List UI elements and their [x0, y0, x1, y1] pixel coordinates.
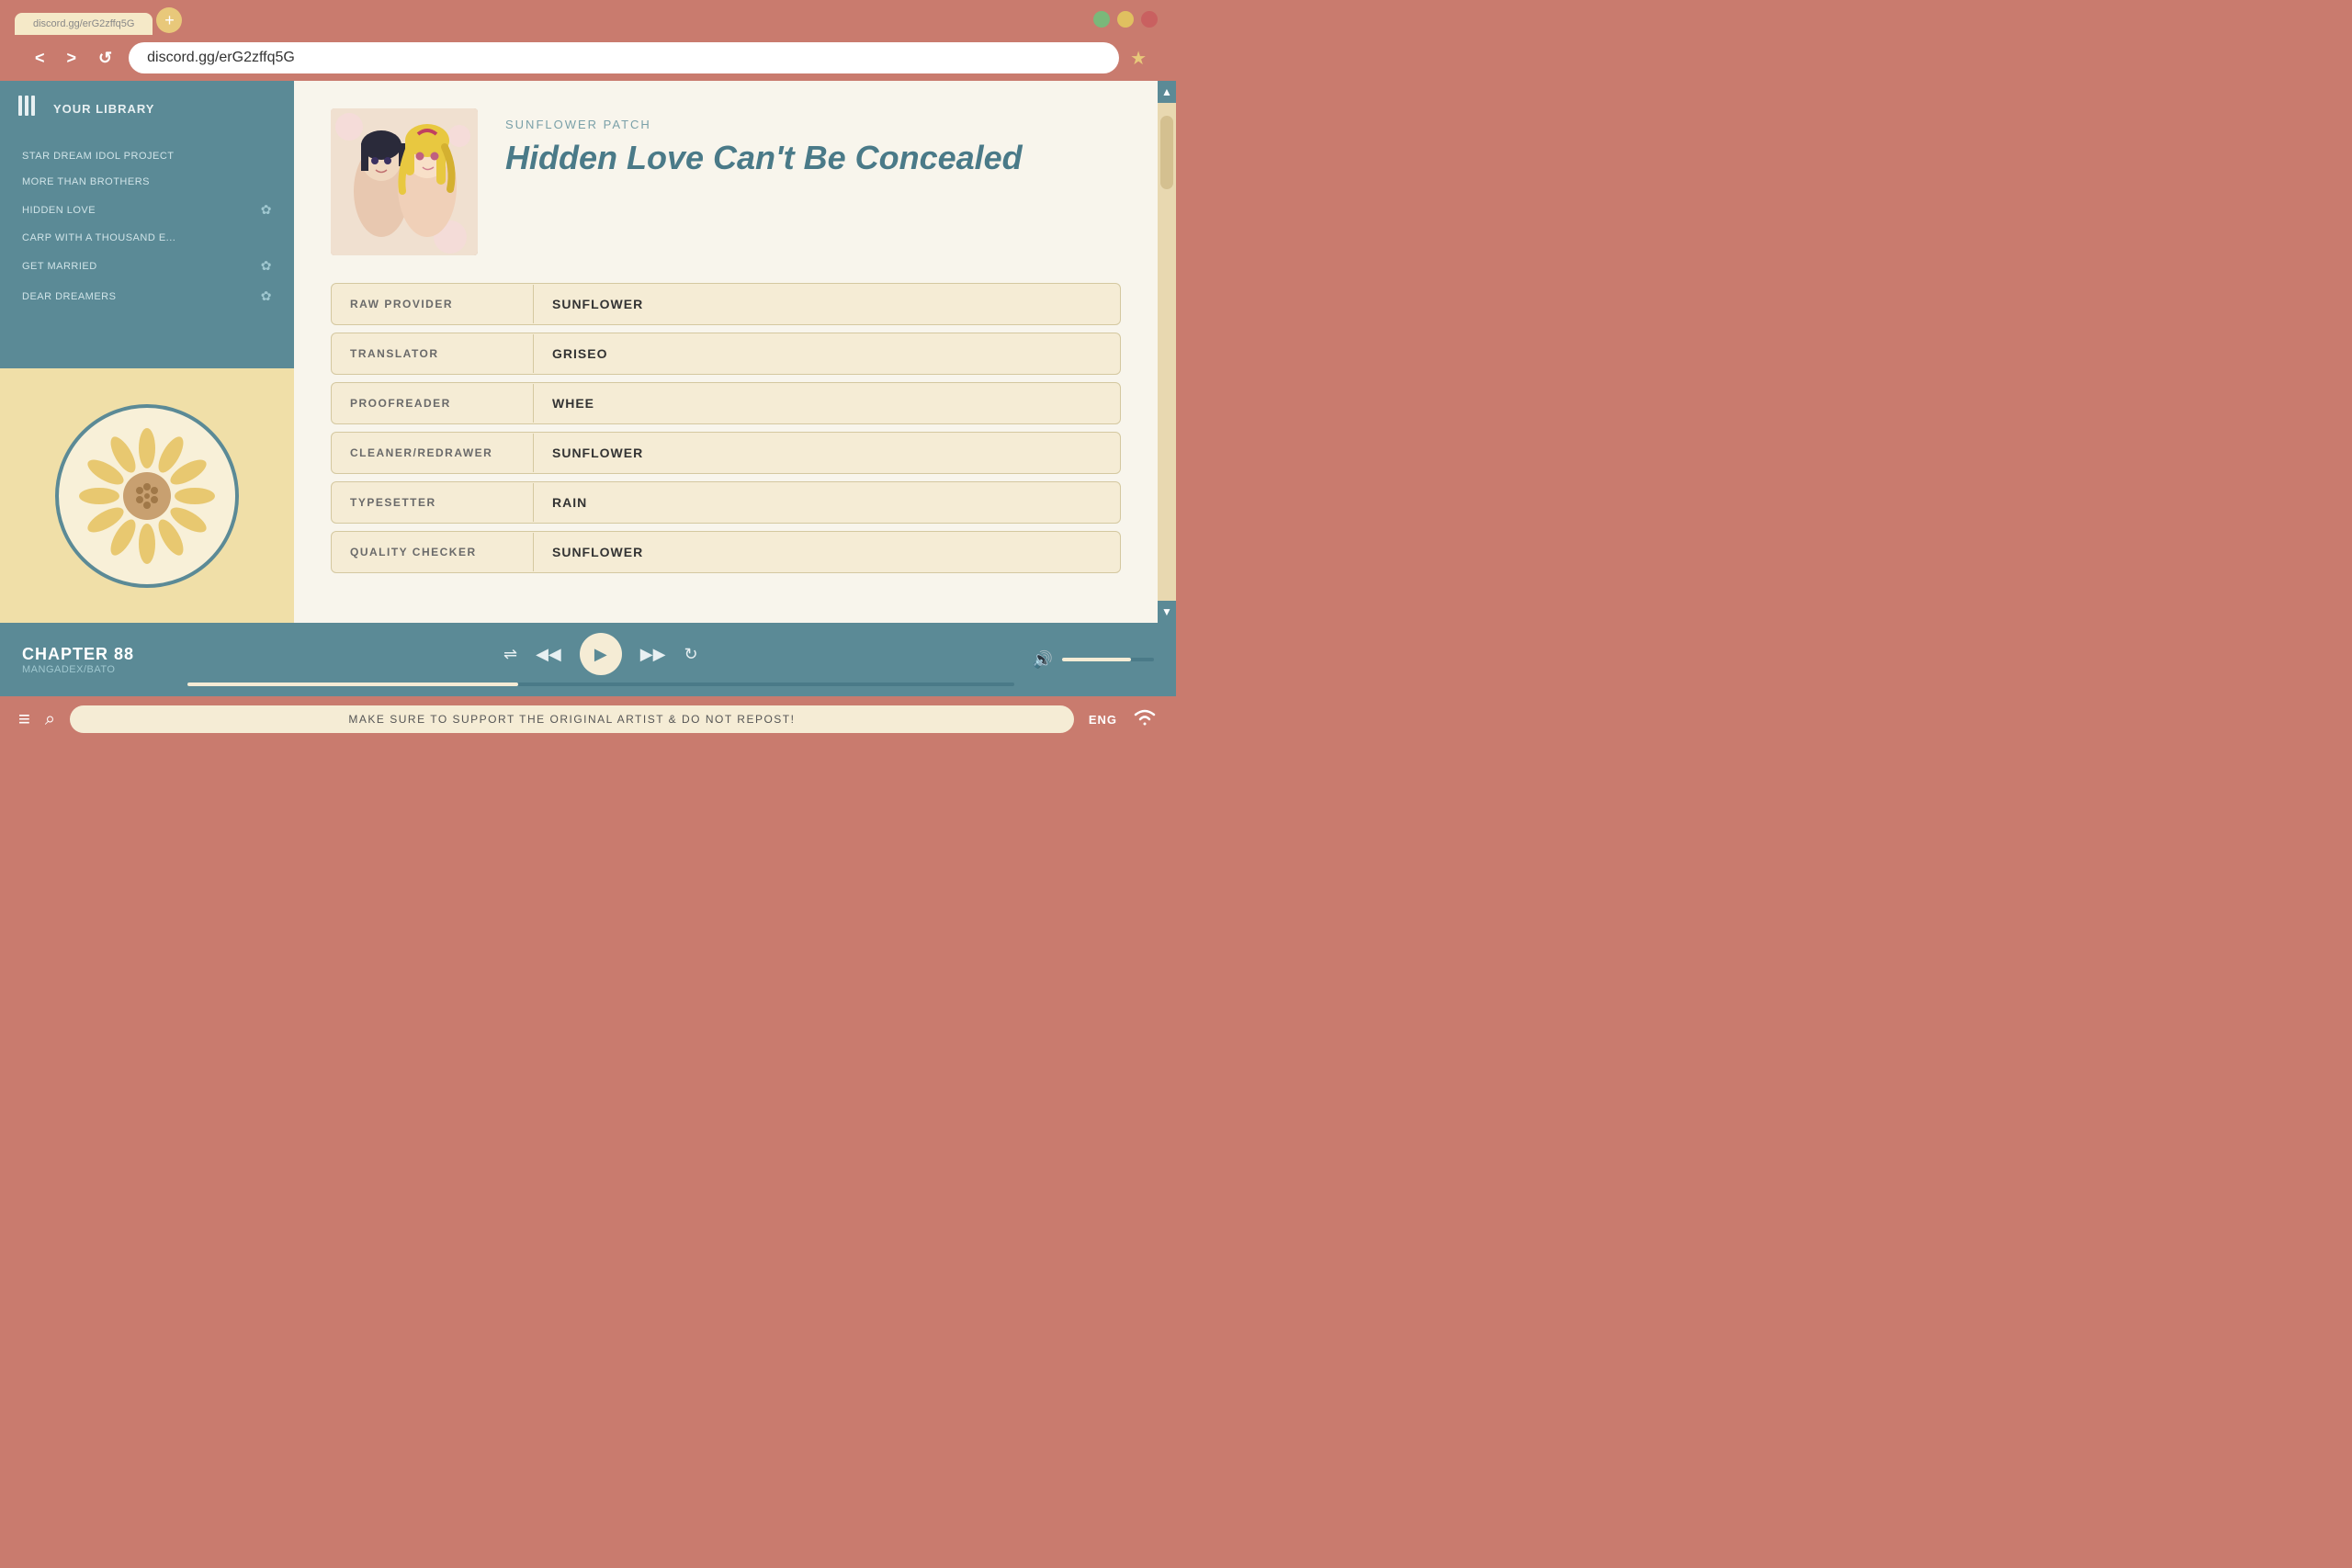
- sidebar-item-hidden-love[interactable]: HIDDEN LOVE ✿: [0, 195, 294, 225]
- volume-icon: 🔊: [1033, 650, 1053, 670]
- progress-fill: [187, 682, 518, 686]
- content-area: SUNFLOWER PATCH Hidden Love Can't Be Con…: [294, 81, 1158, 623]
- credit-value: SUNFLOWER: [534, 284, 662, 324]
- credit-row-raw-provider: RAW PROVIDER SUNFLOWER: [331, 283, 1121, 325]
- browser-chrome: discord.gg/erG2zffq5G + < > ↺ ★: [0, 0, 1176, 81]
- tab-label: discord.gg/erG2zffq5G: [33, 18, 134, 29]
- next-button[interactable]: ▶▶: [640, 645, 666, 664]
- credits-table: RAW PROVIDER SUNFLOWER TRANSLATOR GRISEO…: [331, 283, 1121, 573]
- manga-cover-image: [331, 108, 478, 255]
- manga-title: Hidden Love Can't Be Concealed: [505, 139, 1121, 176]
- bookmark-button[interactable]: ★: [1130, 47, 1147, 70]
- sidebar-item-label: CARP WITH A THOUSAND E...: [22, 232, 272, 243]
- manga-info: SUNFLOWER PATCH Hidden Love Can't Be Con…: [505, 108, 1121, 255]
- scroll-track[interactable]: [1160, 107, 1173, 597]
- credit-value: GRISEO: [534, 333, 626, 374]
- scroll-up-button[interactable]: ▲: [1158, 81, 1176, 103]
- credit-label: TRANSLATOR: [332, 334, 534, 373]
- credit-row-typesetter: TYPESETTER RAIN: [331, 481, 1121, 524]
- favorite-icon: ✿: [261, 258, 272, 274]
- progress-bar[interactable]: [187, 682, 1014, 686]
- window-controls: [1093, 11, 1158, 28]
- volume-bar[interactable]: [1062, 658, 1154, 661]
- scrollbar: ▲ ▼: [1158, 81, 1176, 623]
- sidebar-item-more-than-brothers[interactable]: MORE THAN BROTHERS: [0, 169, 294, 195]
- player-buttons: ⇌ ◀◀ ▶ ▶▶ ↻: [503, 633, 698, 675]
- player-controls: ⇌ ◀◀ ▶ ▶▶ ↻: [187, 633, 1014, 686]
- close-button[interactable]: [1141, 11, 1158, 28]
- library-icon: [18, 96, 42, 121]
- sidebar-list: STAR DREAM IDOL PROJECT MORE THAN BROTHE…: [0, 136, 294, 368]
- sidebar-item-label: GET MARRIED: [22, 261, 261, 272]
- maximize-button[interactable]: [1117, 11, 1134, 28]
- credit-label: RAW PROVIDER: [332, 285, 534, 323]
- credit-label: CLEANER/REDRAWER: [332, 434, 534, 472]
- refresh-button[interactable]: ↺: [93, 47, 118, 70]
- sidebar-title: YOUR LIBRARY: [53, 102, 154, 116]
- manga-header: SUNFLOWER PATCH Hidden Love Can't Be Con…: [331, 108, 1121, 255]
- player-chapter-info: CHAPTER 88 MANGADEX/BATO: [22, 645, 169, 675]
- manga-publisher: SUNFLOWER PATCH: [505, 118, 1121, 131]
- status-message: MAKE SURE TO SUPPORT THE ORIGINAL ARTIST…: [70, 705, 1074, 733]
- wifi-icon: [1132, 707, 1158, 732]
- minimize-button[interactable]: [1093, 11, 1110, 28]
- new-tab-button[interactable]: +: [156, 7, 182, 33]
- credit-value: WHEE: [534, 383, 613, 423]
- credit-label: PROOFREADER: [332, 384, 534, 423]
- sunflower-logo: [55, 404, 239, 588]
- chapter-source: MANGADEX/BATO: [22, 664, 169, 675]
- previous-button[interactable]: ◀◀: [536, 645, 561, 664]
- sidebar-item-label: HIDDEN LOVE: [22, 205, 261, 216]
- sidebar-logo-area: [0, 368, 294, 623]
- shuffle-button[interactable]: ⇌: [503, 645, 517, 664]
- sidebar-item-dear-dreamers[interactable]: DEAR DREAMERS ✿: [0, 281, 294, 311]
- chapter-number: CHAPTER 88: [22, 645, 169, 664]
- play-button[interactable]: ▶: [580, 633, 622, 675]
- tab-bar: discord.gg/erG2zffq5G +: [15, 7, 1161, 35]
- scroll-down-button[interactable]: ▼: [1158, 601, 1176, 623]
- volume-fill: [1062, 658, 1131, 661]
- credit-row-cleaner: CLEANER/REDRAWER SUNFLOWER: [331, 432, 1121, 474]
- favorite-icon: ✿: [261, 202, 272, 218]
- sidebar-item-get-married[interactable]: GET MARRIED ✿: [0, 251, 294, 281]
- active-tab[interactable]: discord.gg/erG2zffq5G: [15, 13, 153, 35]
- sidebar-item-star-dream[interactable]: STAR DREAM IDOL PROJECT: [0, 143, 294, 169]
- credit-value: RAIN: [534, 482, 605, 523]
- volume-area: 🔊: [1033, 650, 1154, 670]
- credit-row-translator: TRANSLATOR GRISEO: [331, 333, 1121, 375]
- sidebar-item-label: STAR DREAM IDOL PROJECT: [22, 151, 272, 162]
- sidebar-item-label: MORE THAN BROTHERS: [22, 176, 272, 187]
- forward-button[interactable]: >: [62, 47, 83, 70]
- nav-bar: < > ↺ ★: [15, 35, 1161, 81]
- credit-label: TYPESETTER: [332, 483, 534, 522]
- credit-value: SUNFLOWER: [534, 532, 662, 572]
- sidebar-header: YOUR LIBRARY: [0, 81, 294, 136]
- address-bar[interactable]: [129, 42, 1119, 73]
- language-label: ENG: [1089, 713, 1117, 727]
- status-bar: ≡ ⌕ MAKE SURE TO SUPPORT THE ORIGINAL AR…: [0, 696, 1176, 742]
- player-bar: CHAPTER 88 MANGADEX/BATO ⇌ ◀◀ ▶ ▶▶ ↻ 🔊: [0, 623, 1176, 696]
- main-layout: YOUR LIBRARY STAR DREAM IDOL PROJECT MOR…: [0, 81, 1176, 623]
- scroll-thumb[interactable]: [1160, 116, 1173, 189]
- manga-cover: [331, 108, 478, 255]
- credit-label: QUALITY CHECKER: [332, 533, 534, 571]
- credit-row-proofreader: PROOFREADER WHEE: [331, 382, 1121, 424]
- credit-row-quality-checker: QUALITY CHECKER SUNFLOWER: [331, 531, 1121, 573]
- search-button[interactable]: ⌕: [45, 709, 55, 730]
- menu-button[interactable]: ≡: [18, 707, 30, 731]
- favorite-icon: ✿: [261, 288, 272, 304]
- sidebar-item-carp[interactable]: CARP WITH A THOUSAND E...: [0, 225, 294, 251]
- repeat-button[interactable]: ↻: [684, 645, 697, 664]
- back-button[interactable]: <: [29, 47, 51, 70]
- sidebar: YOUR LIBRARY STAR DREAM IDOL PROJECT MOR…: [0, 81, 294, 623]
- credit-value: SUNFLOWER: [534, 433, 662, 473]
- sidebar-item-label: DEAR DREAMERS: [22, 291, 261, 302]
